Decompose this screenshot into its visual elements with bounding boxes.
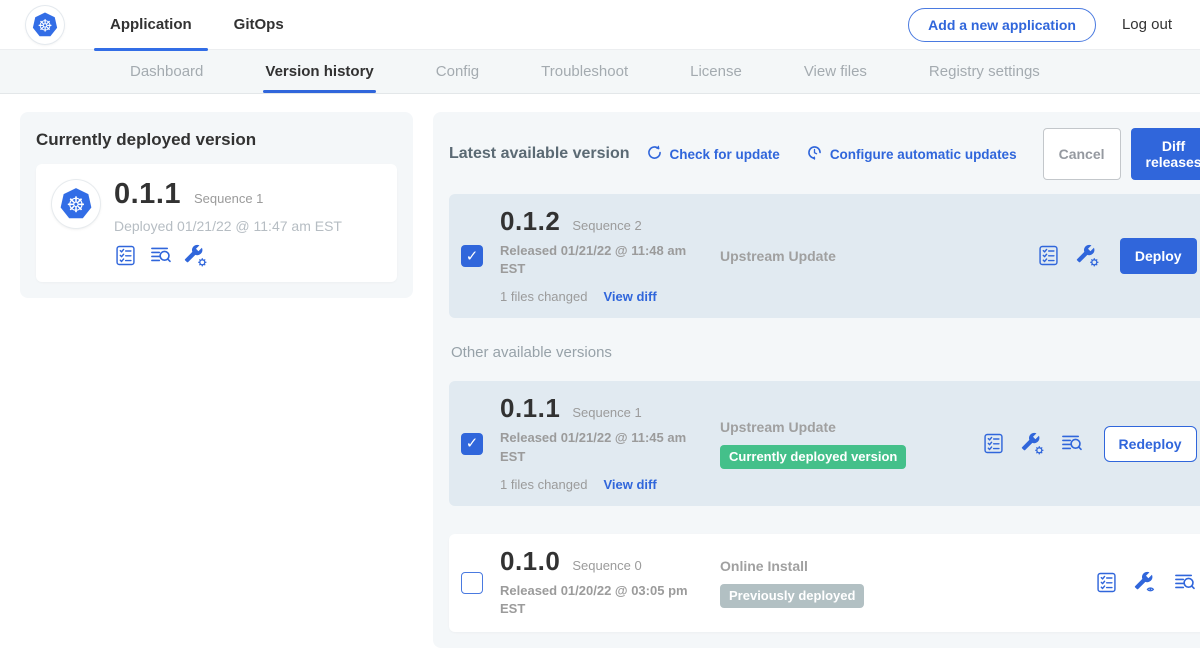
deployed-version-number: 0.1.1 bbox=[114, 180, 181, 209]
other-versions-title: Other available versions bbox=[451, 344, 1200, 361]
subnav-item-license[interactable]: License bbox=[690, 50, 742, 93]
preflight-checks-icon[interactable] bbox=[114, 244, 138, 268]
refresh-icon bbox=[646, 144, 663, 164]
redeploy-button[interactable]: Redeploy bbox=[1104, 426, 1197, 462]
files-changed-label: 1 files changed bbox=[500, 289, 587, 304]
schedule-update-icon bbox=[806, 144, 823, 164]
latest-version-title: Latest available version bbox=[449, 145, 630, 163]
preflight-checks-icon[interactable] bbox=[982, 432, 1006, 456]
svg-text:☸: ☸ bbox=[66, 193, 85, 218]
deploy-button[interactable]: Deploy bbox=[1120, 238, 1197, 274]
subnav-item-registry-settings[interactable]: Registry settings bbox=[929, 50, 1040, 93]
top-tabs: ApplicationGitOps bbox=[94, 0, 310, 50]
subnav-item-view-files[interactable]: View files bbox=[804, 50, 867, 93]
config-icon[interactable] bbox=[1076, 244, 1100, 268]
view-diff-link[interactable]: View diff bbox=[603, 289, 656, 304]
version-number: 0.1.2 bbox=[500, 208, 560, 234]
check-icon: ✓ bbox=[461, 245, 483, 267]
files-changed-label: 1 files changed bbox=[500, 477, 587, 492]
subnav-item-troubleshoot[interactable]: Troubleshoot bbox=[541, 50, 628, 93]
version-source-label: Upstream Update bbox=[720, 419, 972, 435]
deploy-logs-icon[interactable] bbox=[149, 244, 173, 268]
check-icon: ✓ bbox=[461, 433, 483, 455]
version-number: 0.1.0 bbox=[500, 548, 560, 574]
main-content: Currently deployed version ☸ 0.1.1 Seque… bbox=[0, 94, 1200, 648]
config-view-icon[interactable] bbox=[1134, 571, 1158, 595]
version-source-label: Online Install bbox=[720, 558, 1085, 574]
subnav-item-dashboard[interactable]: Dashboard bbox=[130, 50, 203, 93]
version-card-0.1.0: 0.1.0 Sequence 0 Released 01/20/22 @ 03:… bbox=[449, 534, 1200, 632]
deployed-sequence-label: Sequence 1 bbox=[194, 191, 263, 206]
version-history-panel: Latest available version Check for updat… bbox=[433, 112, 1200, 648]
app-subnav: Dashboard Version history Config Troublesho… bbox=[0, 50, 1200, 94]
check-for-update-link[interactable]: Check for update bbox=[646, 144, 780, 164]
deployed-version-card: ☸ 0.1.1 Sequence 1 Deployed 01/21/22 @ 1… bbox=[36, 164, 397, 282]
currently-deployed-panel: Currently deployed version ☸ 0.1.1 Seque… bbox=[20, 112, 413, 298]
top-header: ☸ ApplicationGitOps Add a new applicatio… bbox=[0, 0, 1200, 50]
version-number: 0.1.1 bbox=[500, 395, 560, 421]
add-application-button[interactable]: Add a new application bbox=[908, 8, 1096, 42]
deploy-logs-icon[interactable] bbox=[1060, 432, 1084, 456]
deployed-timestamp: Deployed 01/21/22 @ 11:47 am EST bbox=[114, 218, 342, 234]
version-select-checkbox[interactable]: ✓ bbox=[461, 245, 483, 267]
sequence-label: Sequence 1 bbox=[572, 405, 641, 420]
version-source-label: Upstream Update bbox=[720, 248, 1027, 264]
subnav-item-config[interactable]: Config bbox=[436, 50, 479, 93]
version-card-0.1.1: ✓ 0.1.1 Sequence 1 Released 01/21/22 @ 1… bbox=[449, 381, 1200, 505]
version-card-0.1.2: ✓ 0.1.2 Sequence 2 Released 01/21/22 @ 1… bbox=[449, 194, 1200, 318]
status-badge: Previously deployed bbox=[720, 584, 864, 608]
diff-releases-button[interactable]: Diff releases bbox=[1131, 128, 1200, 180]
top-tab-application[interactable]: Application bbox=[94, 0, 208, 50]
version-select-checkbox[interactable] bbox=[461, 572, 483, 594]
top-tab-gitops[interactable]: GitOps bbox=[218, 0, 300, 50]
status-badge: Currently deployed version bbox=[720, 445, 906, 469]
subnav-item-version-history[interactable]: Version history bbox=[265, 50, 373, 93]
logout-button[interactable]: Log out bbox=[1122, 16, 1172, 33]
kubernetes-logo-icon: ☸ bbox=[26, 6, 64, 44]
sequence-label: Sequence 0 bbox=[572, 558, 641, 573]
configure-auto-updates-link[interactable]: Configure automatic updates bbox=[806, 144, 1017, 164]
cancel-button[interactable]: Cancel bbox=[1043, 128, 1121, 180]
config-icon[interactable] bbox=[1021, 432, 1045, 456]
config-icon[interactable] bbox=[184, 244, 208, 268]
preflight-checks-icon[interactable] bbox=[1095, 571, 1119, 595]
app-kubernetes-icon: ☸ bbox=[52, 180, 100, 228]
version-select-checkbox[interactable]: ✓ bbox=[461, 433, 483, 455]
released-timestamp: Released 01/20/22 @ 03:05 pm EST bbox=[500, 582, 688, 618]
preflight-checks-icon[interactable] bbox=[1037, 244, 1061, 268]
svg-text:☸: ☸ bbox=[37, 15, 52, 35]
released-timestamp: Released 01/21/22 @ 11:45 am EST bbox=[500, 429, 688, 465]
deployed-panel-title: Currently deployed version bbox=[36, 130, 397, 150]
sequence-label: Sequence 2 bbox=[572, 218, 641, 233]
deploy-logs-icon[interactable] bbox=[1173, 571, 1197, 595]
view-diff-link[interactable]: View diff bbox=[603, 477, 656, 492]
released-timestamp: Released 01/21/22 @ 11:48 am EST bbox=[500, 242, 688, 278]
